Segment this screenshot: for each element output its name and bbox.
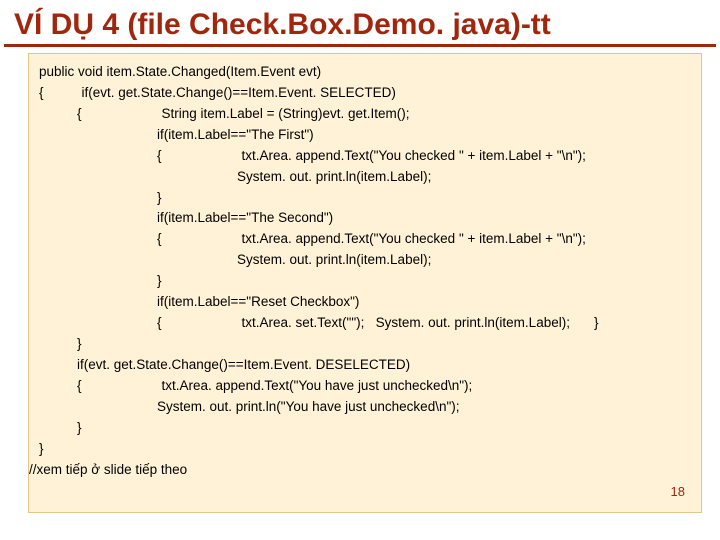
code-comment: //xem tiếp ở slide tiếp theo bbox=[29, 460, 691, 481]
code-line: if(item.Label=="The Second") bbox=[39, 208, 691, 229]
code-line: if(item.Label=="Reset Checkbox") bbox=[39, 292, 691, 313]
code-text: txt.Area. append.Text("You have just unc… bbox=[82, 378, 473, 393]
code-text: txt.Area. append.Text("You checked " + i… bbox=[162, 231, 586, 246]
code-text: { bbox=[157, 231, 162, 246]
code-line: System. out. print.ln(item.Label); bbox=[39, 250, 691, 271]
slide-title: VÍ DỤ 4 (file Check.Box.Demo. java)-tt bbox=[4, 0, 716, 47]
code-line: System. out. print.ln("You have just unc… bbox=[39, 397, 691, 418]
code-text: { bbox=[157, 148, 162, 163]
code-line: {String item.Label = (String)evt. get.It… bbox=[39, 104, 691, 125]
code-text: String item.Label = (String)evt. get.Ite… bbox=[82, 106, 410, 121]
code-line: } bbox=[39, 334, 691, 355]
code-line: } bbox=[39, 271, 691, 292]
code-line: } bbox=[39, 439, 691, 460]
code-text: txt.Area. append.Text("You checked " + i… bbox=[162, 148, 586, 163]
code-line: } bbox=[39, 418, 691, 439]
code-line: {txt.Area. append.Text("You checked " + … bbox=[39, 229, 691, 250]
code-line: public void item.State.Changed(Item.Even… bbox=[39, 62, 691, 83]
code-line: {txt.Area. append.Text("You checked " + … bbox=[39, 146, 691, 167]
code-text: txt.Area. set.Text(""); System. out. pri… bbox=[162, 315, 570, 330]
code-text: { bbox=[39, 85, 44, 100]
code-box: public void item.State.Changed(Item.Even… bbox=[28, 53, 702, 513]
code-line: if(item.Label=="The First") bbox=[39, 125, 691, 146]
code-text: { bbox=[77, 378, 82, 393]
slide: VÍ DỤ 4 (file Check.Box.Demo. java)-tt p… bbox=[0, 0, 720, 540]
code-text: { bbox=[157, 315, 162, 330]
code-line: {txt.Area. set.Text(""); System. out. pr… bbox=[39, 313, 691, 334]
code-text: } bbox=[570, 315, 599, 330]
code-line: System. out. print.ln(item.Label); bbox=[39, 167, 691, 188]
code-line: if(evt. get.State.Change()==Item.Event. … bbox=[39, 355, 691, 376]
code-line: } bbox=[39, 188, 691, 209]
code-text: if(evt. get.State.Change()==Item.Event. … bbox=[44, 85, 396, 100]
page-number: 18 bbox=[671, 482, 685, 502]
code-line: {txt.Area. append.Text("You have just un… bbox=[39, 376, 691, 397]
code-line: {if(evt. get.State.Change()==Item.Event.… bbox=[39, 83, 691, 104]
code-text: { bbox=[77, 106, 82, 121]
